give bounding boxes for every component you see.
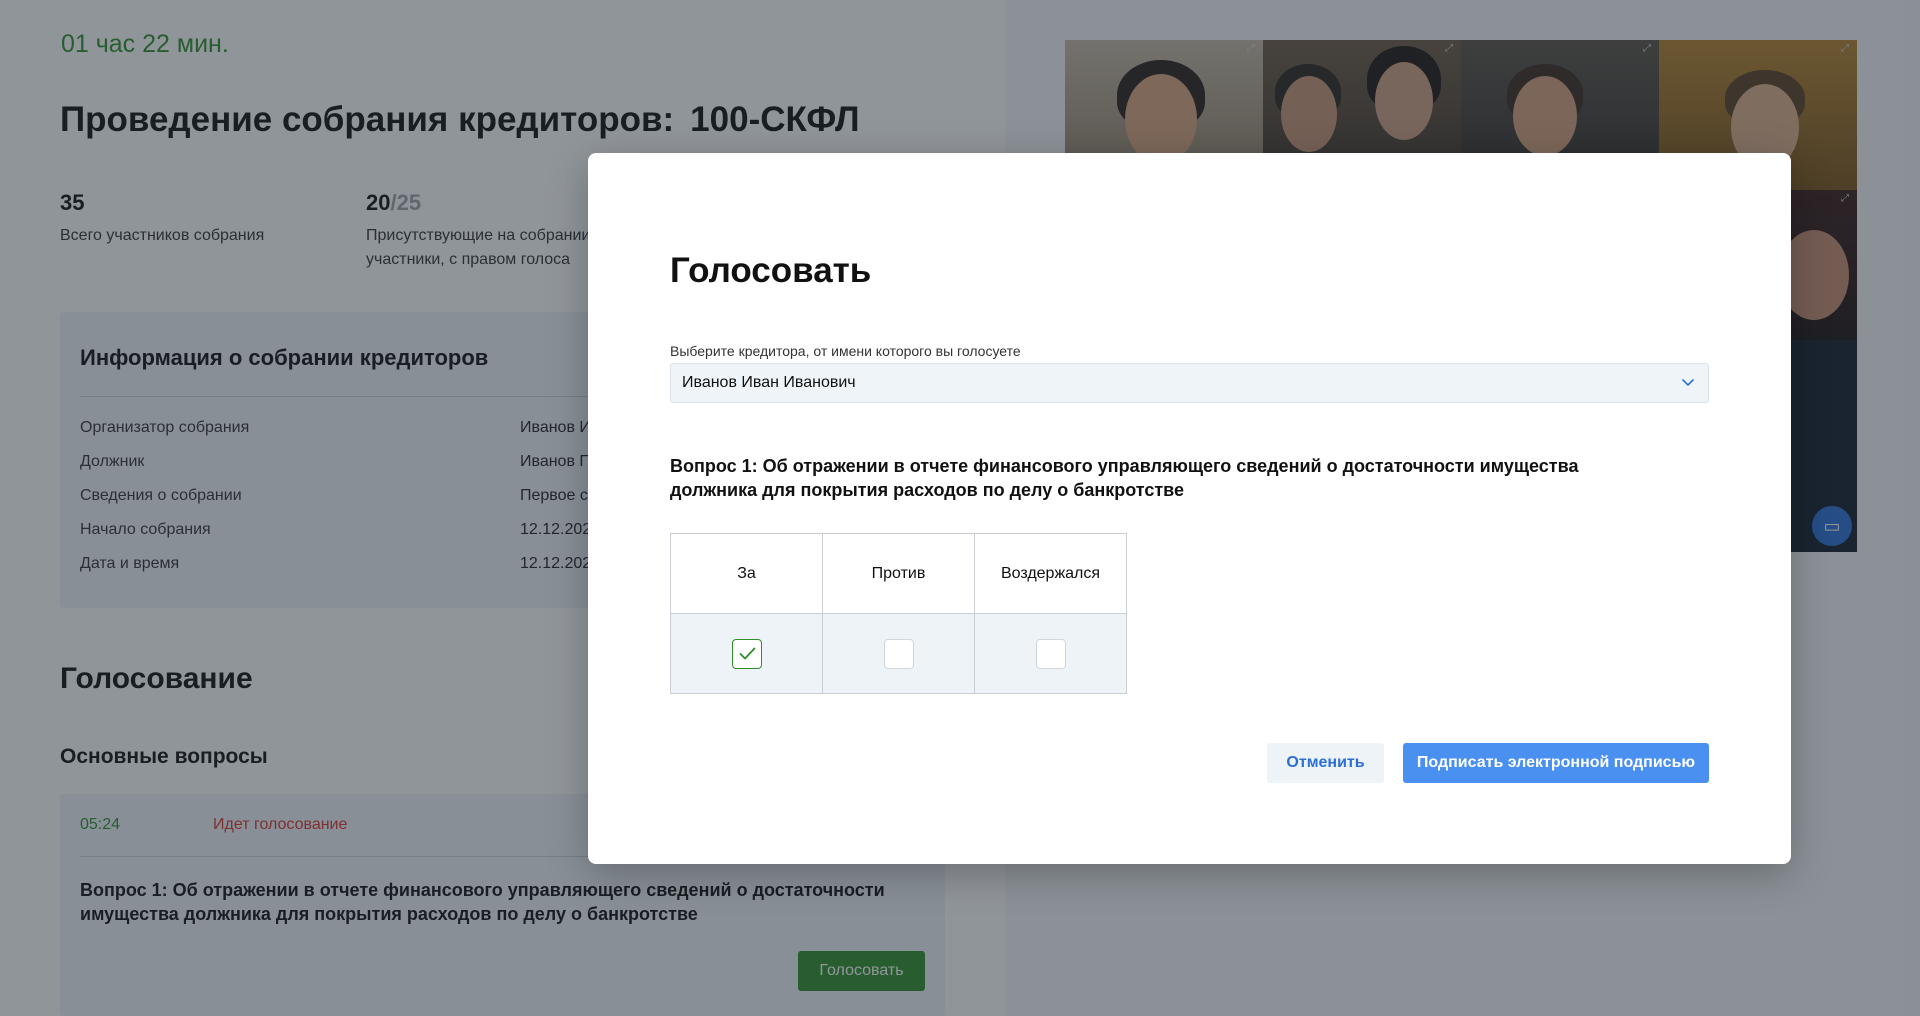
checkbox-abstain[interactable] <box>1035 638 1066 669</box>
cancel-button[interactable]: Отменить <box>1267 743 1384 783</box>
vote-options-table: За Против Воздержался <box>670 533 1127 694</box>
creditor-select-value: Иванов Иван Иванович <box>682 374 856 391</box>
vote-modal: Голосовать Выберите кредитора, от имени … <box>588 153 1791 864</box>
checkbox-for[interactable] <box>731 638 762 669</box>
modal-question-text: Вопрос 1: Об отражении в отчете финансов… <box>670 456 1579 500</box>
option-label-abstain: Воздержался <box>974 533 1127 614</box>
creditor-select[interactable]: Иванов Иван Иванович <box>670 363 1709 403</box>
check-icon <box>739 647 755 659</box>
option-cell-abstain <box>974 613 1127 694</box>
option-label-against: Против <box>822 533 975 614</box>
sign-button[interactable]: Подписать электронной подписью <box>1403 743 1709 783</box>
option-cell-for <box>670 613 823 694</box>
creditor-select-label: Выберите кредитора, от имени которого вы… <box>670 343 1021 359</box>
chevron-down-icon <box>1682 379 1694 386</box>
modal-title: Голосовать <box>670 251 872 290</box>
option-cell-against <box>822 613 975 694</box>
option-label-for: За <box>670 533 823 614</box>
checkbox-against[interactable] <box>883 638 914 669</box>
